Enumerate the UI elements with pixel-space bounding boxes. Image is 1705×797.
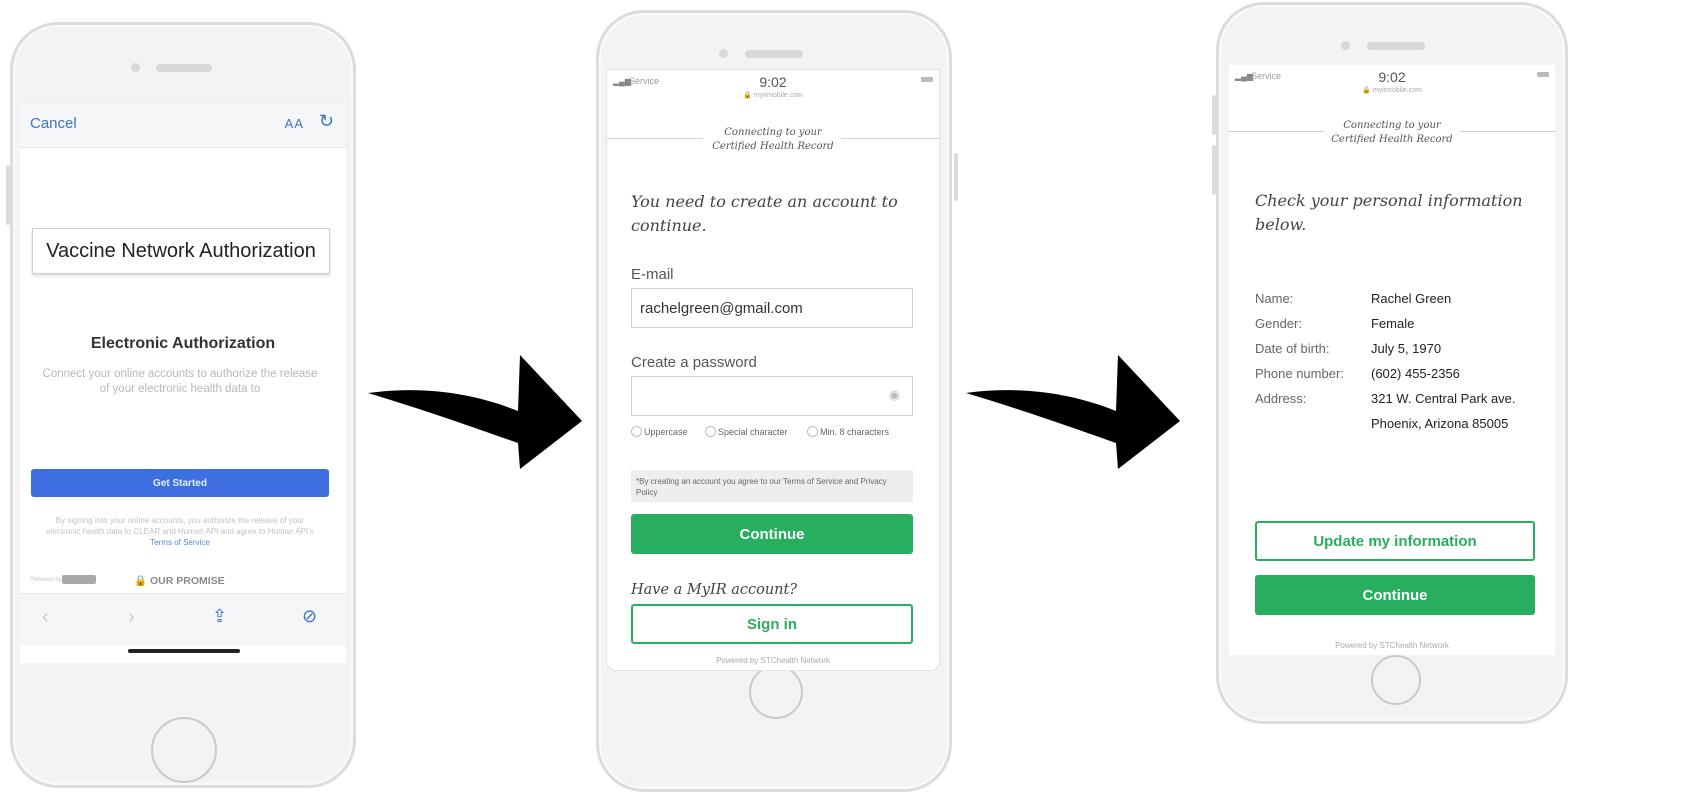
arrow-right-icon	[966, 355, 1180, 469]
info-label-dob: Date of birth:	[1255, 341, 1330, 356]
camera-dot	[719, 49, 728, 58]
page-headline: You need to create an account to continu…	[631, 192, 898, 235]
get-started-button[interactable]: Get Started	[31, 469, 329, 497]
info-value-name: Rachel Green	[1371, 291, 1452, 306]
page-title: Electronic Authorization	[90, 335, 276, 352]
url-text: myirmobile.com	[1372, 87, 1422, 94]
browser-top-bar: Cancel AA ↻	[20, 103, 346, 148]
status-time: 9:02	[1378, 69, 1406, 85]
phone3-screen: ▂▄▆ Service 9:02 🔒 myirmobile.com Connec…	[1229, 65, 1555, 655]
side-button	[6, 165, 10, 225]
check-uppercase: Uppercase	[631, 426, 688, 437]
vaccine-network-banner: Vaccine Network Authorization	[32, 228, 330, 274]
continue-button[interactable]: Continue	[1255, 575, 1535, 615]
powered-by-footer: Powered by STChealth Network	[1335, 641, 1449, 650]
email-value: rachelgreen@gmail.com	[640, 300, 803, 317]
info-value-gender: Female	[1371, 316, 1415, 331]
forward-icon[interactable]: ›	[128, 606, 135, 629]
status-time: 9:02	[759, 74, 787, 90]
terms-of-service-link[interactable]: Terms of Service	[150, 538, 210, 547]
flow-arrow-2	[966, 345, 1186, 475]
url-label: 🔒 myirmobile.com	[1229, 86, 1555, 94]
phone2-screen: ▂▄▆ Service 9:02 🔒 myirmobile.com Connec…	[606, 69, 940, 671]
description-text: Connect your online accounts to authoriz…	[42, 368, 318, 395]
check-special-character: Special character	[705, 426, 788, 437]
check-min-label: Min. 8 characters	[820, 427, 890, 437]
info-label-phone: Phone number:	[1255, 366, 1344, 381]
home-button[interactable]	[151, 717, 217, 783]
check-circle-icon	[705, 426, 716, 437]
lock-icon: 🔒	[134, 575, 148, 587]
cancel-button[interactable]: Cancel	[30, 115, 77, 132]
sign-in-button[interactable]: Sign in	[631, 604, 913, 644]
info-value-address-line2: Phoenix, Arizona 85005	[1371, 416, 1509, 431]
page-headline: Check your personal information below.	[1255, 191, 1523, 234]
check-uppercase-label: Uppercase	[644, 427, 688, 437]
side-button-2	[1212, 145, 1216, 195]
compass-icon[interactable]: ⊘	[302, 606, 317, 627]
battery-icon	[921, 77, 933, 82]
text-size-button[interactable]: AA	[285, 116, 304, 131]
email-field[interactable]: rachelgreen@gmail.com	[631, 288, 913, 328]
powered-by-label: Powered by	[30, 577, 62, 583]
info-label-address: Address:	[1255, 391, 1307, 406]
password-field[interactable]: ◉	[631, 376, 913, 416]
connecting-line1: Connecting to your	[724, 127, 822, 138]
back-icon[interactable]: ‹	[42, 606, 49, 629]
check-special-label: Special character	[718, 427, 788, 437]
arrow-right-icon	[368, 355, 582, 469]
flow-arrow-1	[368, 345, 588, 475]
check-circle-icon	[631, 426, 642, 437]
side-button	[954, 153, 958, 201]
phone-frame-2: ▂▄▆ Service 9:02 🔒 myirmobile.com Connec…	[596, 10, 958, 792]
home-indicator	[128, 649, 240, 653]
email-label: E-mail	[631, 266, 674, 283]
connecting-line2: Certified Health Record	[1331, 134, 1453, 145]
battery-icon	[1537, 72, 1549, 77]
connecting-line2: Certified Health Record	[712, 141, 834, 152]
speaker-grille	[1367, 42, 1425, 50]
info-value-address-line1: 321 W. Central Park ave.	[1371, 391, 1516, 406]
phone1-screen: Cancel AA ↻ Vaccine Network Authorizatio…	[20, 103, 346, 663]
check-circle-icon	[807, 426, 818, 437]
connecting-header: Connecting to your Certified Health Reco…	[1229, 119, 1555, 147]
our-promise-label: OUR PROMISE	[150, 575, 225, 587]
lock-icon: 🔒	[743, 92, 752, 99]
browser-toolbar: ‹ › ⇪ ⊘	[20, 593, 346, 646]
home-button[interactable]	[1371, 655, 1421, 705]
info-label-name: Name:	[1255, 291, 1294, 306]
speaker-grille	[745, 50, 803, 58]
share-icon[interactable]: ⇪	[212, 606, 227, 627]
status-bar: ▂▄▆ Service 9:02 🔒 myirmobile.com	[607, 70, 939, 110]
phone-frame-1: Cancel AA ↻ Vaccine Network Authorizatio…	[6, 22, 356, 788]
connecting-header: Connecting to your Certified Health Reco…	[607, 126, 939, 154]
continue-button[interactable]: Continue	[631, 514, 913, 554]
connecting-line1: Connecting to your	[1343, 120, 1441, 131]
lock-icon: 🔒	[1362, 87, 1371, 94]
status-bar: ▂▄▆ Service 9:02 🔒 myirmobile.com	[1229, 65, 1555, 105]
password-label: Create a password	[631, 354, 757, 371]
powered-by-footer: Powered by STChealth Network	[716, 656, 830, 665]
powered-by-logo	[62, 575, 96, 584]
url-label: 🔒 myirmobile.com	[607, 91, 939, 99]
update-information-button[interactable]: Update my information	[1255, 521, 1535, 561]
legal-body: By signing into your online accounts, yo…	[46, 516, 314, 536]
legal-text: By signing into your online accounts, yo…	[46, 515, 314, 548]
url-text: myirmobile.com	[753, 92, 803, 99]
have-account-text: Have a MyIR account?	[631, 582, 798, 598]
speaker-grille	[156, 64, 212, 72]
camera-dot	[131, 63, 140, 72]
reload-icon[interactable]: ↻	[319, 111, 334, 132]
eye-icon[interactable]: ◉	[889, 387, 900, 403]
info-value-dob: July 5, 1970	[1371, 341, 1442, 356]
info-label-gender: Gender:	[1255, 316, 1302, 331]
camera-dot	[1341, 41, 1350, 50]
home-button[interactable]	[749, 665, 803, 719]
terms-notice: *By creating an account you agree to our…	[631, 470, 913, 502]
side-button	[1212, 95, 1216, 135]
check-min-length: Min. 8 characters	[807, 426, 889, 437]
phone-frame-3: ▂▄▆ Service 9:02 🔒 myirmobile.com Connec…	[1212, 2, 1568, 724]
our-promise-link[interactable]: 🔒 OUR PROMISE	[134, 574, 225, 587]
info-value-phone: (602) 455-2356	[1371, 366, 1460, 381]
